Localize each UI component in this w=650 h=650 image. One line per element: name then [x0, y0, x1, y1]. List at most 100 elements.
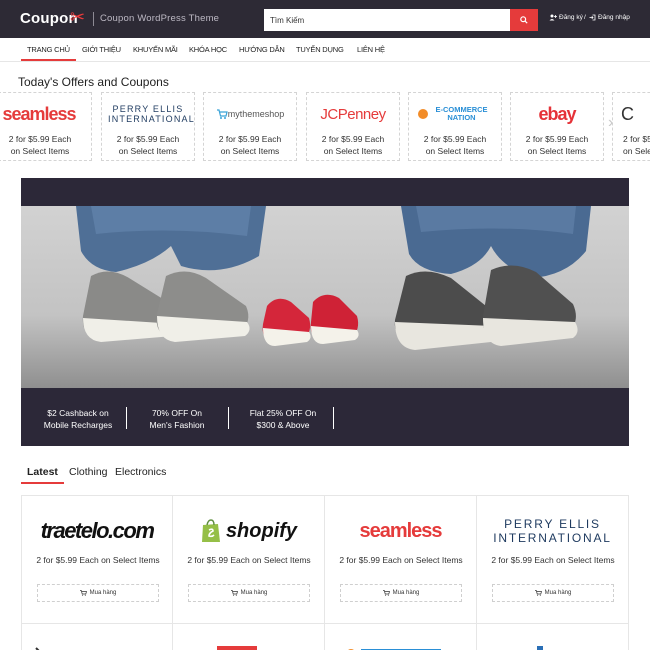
caption-line: $300 & Above: [256, 420, 310, 430]
hero-caption-cashback[interactable]: $2 Cashback on Mobile Recharges: [33, 407, 123, 431]
coupon-card: shopify 2 for $5.99 Each on Select Items…: [173, 496, 325, 624]
offer-card[interactable]: PERRY ELLIS INTERNATIONAL 2 for $5.99 Ea…: [101, 92, 195, 161]
coupon-text: 2 for $5.99 Each on Select Items: [339, 555, 463, 565]
caption-line: Men's Fashion: [149, 420, 205, 430]
site-tagline: Coupon WordPress Theme: [100, 13, 220, 24]
coupon-text: 2 for $5.99 Each on Select Items: [36, 555, 160, 565]
search-input[interactable]: [264, 9, 510, 31]
coupon-text: 2 for $5.99 Each on Select Items: [491, 555, 615, 565]
tab-clothing[interactable]: Clothing: [69, 466, 108, 478]
cart-icon: [79, 590, 87, 596]
partial-brand-logo: C: [621, 103, 634, 124]
logo-divider: [93, 12, 94, 26]
offer-text: 2 for $5.99 Each on Select Items: [8, 134, 72, 156]
buy-button[interactable]: Mua hàng: [37, 584, 159, 602]
offer-card[interactable]: C 2 for $5.99 Each on Select Items: [612, 92, 650, 161]
cart-icon: [230, 590, 238, 596]
caption-line: $2 Cashback on: [47, 408, 109, 418]
offer-text: 2 for $5.99 Each on Select Items: [321, 134, 385, 156]
traetelo-logo: traetelo.com: [40, 518, 155, 543]
buy-button-label: Mua hàng: [240, 590, 268, 596]
coupon-card: PERRY ELLIS INTERNATIONAL 2 for $5.99 Ea…: [477, 496, 629, 624]
offer-text: 2 for $5.99 Each on Select Items: [525, 134, 589, 156]
login-label: Đăng nhập: [598, 14, 630, 21]
coupon-grid: traetelo.com 2 for $5.99 Each on Select …: [21, 495, 629, 650]
caption-line: 70% OFF On: [151, 408, 203, 418]
offer-card[interactable]: ebay 2 for $5.99 Each on Select Items: [510, 92, 604, 161]
offer-text: 2 for $5.99 Each on Select Items: [116, 134, 180, 156]
offers-title: Today's Offers and Coupons: [18, 75, 169, 89]
carousel-next-icon[interactable]: ›: [608, 114, 613, 132]
partial-logo: [537, 646, 543, 650]
jcpenney-logo: JCPenney: [320, 105, 386, 123]
perry-ellis-logo: PERRY ELLIS INTERNATIONAL: [108, 104, 195, 124]
partial-logo: [348, 649, 441, 650]
tab-electronics[interactable]: Electronics: [115, 466, 166, 478]
nav-item-about[interactable]: GIỚI THIỆU: [82, 45, 121, 54]
nav-item-contact[interactable]: LIÊN HỆ: [357, 45, 385, 54]
main-nav: TRANG CHỦ GIỚI THIỆU KHUYẾN MÃI KHÓA HỌC…: [0, 38, 650, 62]
buy-button[interactable]: Mua hàng: [492, 584, 614, 602]
register-label: Đăng ký: [559, 14, 583, 21]
cart-icon: [534, 590, 542, 596]
tab-latest[interactable]: Latest: [27, 466, 58, 478]
offer-card[interactable]: E-COMMERCE NATION 2 for $5.99 Each on Se…: [408, 92, 502, 161]
category-tabs: Latest Clothing Electronics: [0, 462, 650, 486]
offer-card[interactable]: seamless 2 for $5.99 Each on Select Item…: [0, 92, 92, 161]
nav-item-careers[interactable]: TUYỂN DỤNG: [296, 45, 344, 54]
seamless-logo: seamless: [359, 519, 442, 542]
buy-button[interactable]: Mua hàng: [188, 584, 310, 602]
buy-button-label: Mua hàng: [89, 590, 117, 596]
offer-card[interactable]: JCPenney 2 for $5.99 Each on Select Item…: [306, 92, 400, 161]
search-icon: [520, 16, 528, 24]
ebay-logo: ebay: [538, 103, 576, 124]
partial-logo: [217, 646, 257, 650]
caption-line: Flat 25% OFF On: [249, 408, 317, 418]
coupon-card: seamless 2 for $5.99 Each on Select Item…: [325, 496, 477, 624]
nav-active-indicator: [21, 59, 76, 61]
offer-text: 2 for $5.99 Each on Select Items: [423, 134, 487, 156]
caption-divider: [126, 407, 127, 429]
nav-item-home[interactable]: TRANG CHỦ: [27, 45, 70, 54]
sneakers-illustration: [21, 206, 629, 388]
shopify-logo: shopify: [173, 516, 324, 546]
coupon-card: [477, 624, 629, 650]
caption-divider: [228, 407, 229, 429]
ecommerce-nation-logo: E-COMMERCE NATION: [409, 105, 501, 123]
shopify-bag-icon: [201, 519, 220, 542]
offer-card[interactable]: mythemeshop 2 for $5.99 Each on Select I…: [203, 92, 297, 161]
mythemeshop-logo: mythemeshop: [204, 105, 296, 123]
offers-carousel: seamless 2 for $5.99 Each on Select Item…: [0, 92, 650, 162]
seamless-logo: seamless: [2, 103, 76, 124]
nav-item-courses[interactable]: KHÓA HỌC: [189, 45, 227, 54]
hero-caption-flat-off[interactable]: Flat 25% OFF On $300 & Above: [233, 407, 333, 431]
sign-in-icon: [589, 14, 596, 21]
coupon-card: [21, 624, 173, 650]
cart-icon: [216, 109, 228, 119]
login-link[interactable]: Đăng nhập: [589, 14, 630, 21]
top-header: Coupon ✂ Coupon WordPress Theme Đăng ký …: [0, 0, 650, 38]
coupon-card: [325, 624, 477, 650]
ecommerce-nation-icon: [417, 109, 428, 119]
offer-text: 2 for $5.99 Each on Select Items: [623, 134, 650, 156]
coupon-text: 2 for $5.99 Each on Select Items: [187, 555, 311, 565]
nav-item-promotions[interactable]: KHUYẾN MÃI: [133, 45, 178, 54]
auth-separator: /: [584, 14, 586, 21]
caption-divider: [333, 407, 334, 429]
register-link[interactable]: Đăng ký: [549, 14, 583, 21]
cart-icon: [382, 590, 390, 596]
buy-button-label: Mua hàng: [544, 590, 572, 596]
offer-text: 2 for $5.99 Each on Select Items: [218, 134, 282, 156]
hero-caption-fashion[interactable]: 70% OFF On Men's Fashion: [133, 407, 221, 431]
buy-button-label: Mua hàng: [392, 590, 420, 596]
coupon-card: traetelo.com 2 for $5.99 Each on Select …: [21, 496, 173, 624]
buy-button[interactable]: Mua hàng: [340, 584, 462, 602]
hero-image: [21, 206, 629, 388]
tab-active-indicator: [21, 482, 64, 484]
search-button[interactable]: [510, 9, 538, 31]
nav-item-guides[interactable]: HƯỚNG DẪN: [239, 45, 285, 54]
perry-ellis-logo: PERRY ELLIS INTERNATIONAL: [493, 517, 612, 545]
coupon-card: [173, 624, 325, 650]
caption-line: Mobile Recharges: [43, 420, 113, 430]
partial-logo: [35, 647, 40, 650]
